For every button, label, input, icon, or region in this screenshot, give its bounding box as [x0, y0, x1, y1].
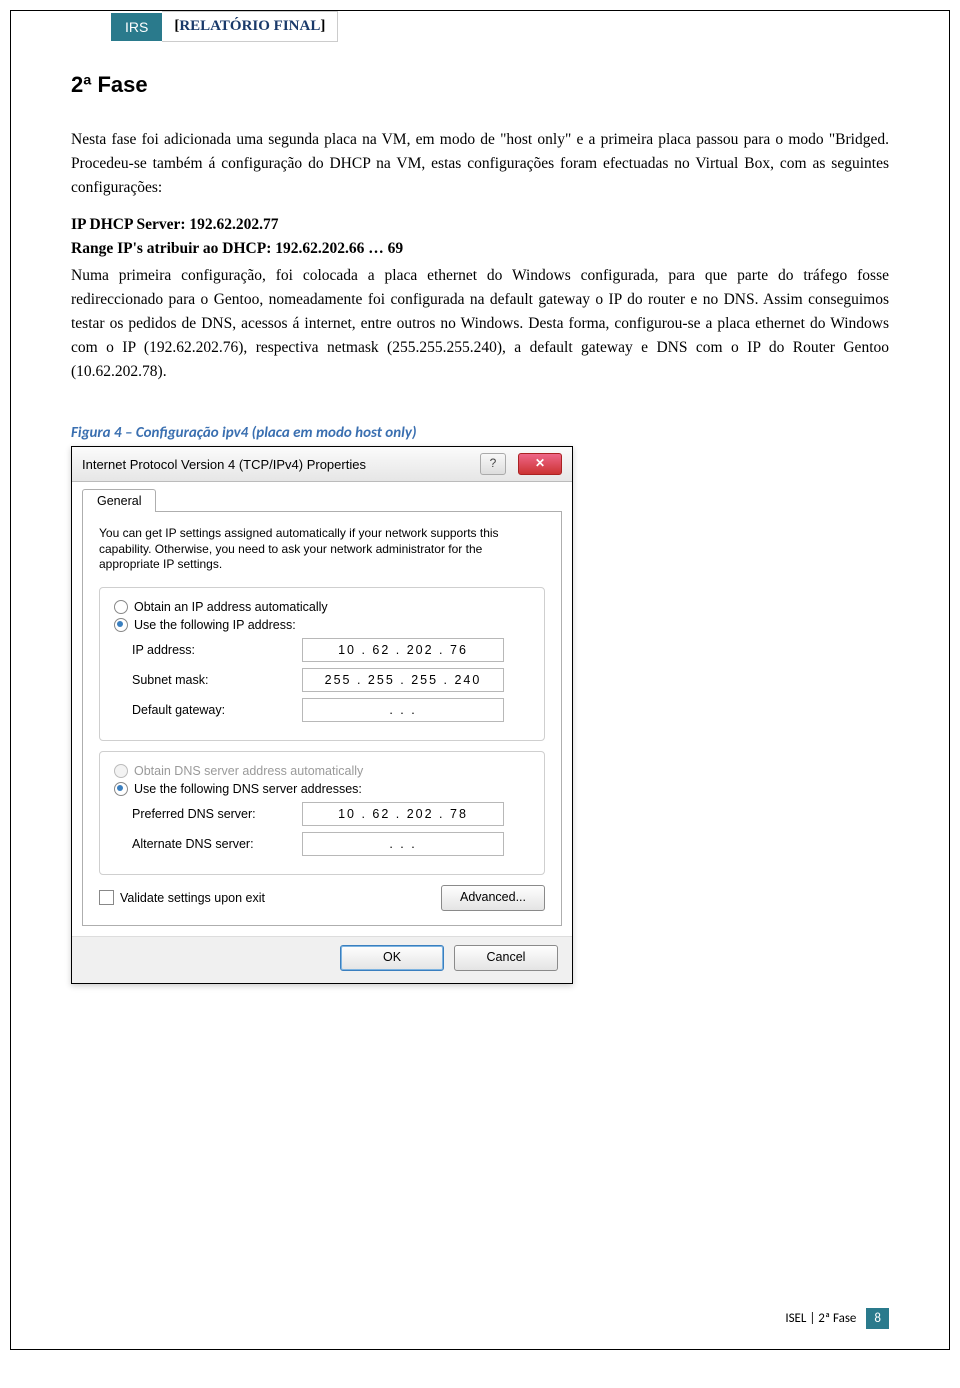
- checkbox-validate[interactable]: [99, 890, 114, 905]
- dns-group: Obtain DNS server address automatically …: [99, 751, 545, 875]
- cancel-button[interactable]: Cancel: [454, 945, 558, 971]
- paragraph-1: Nesta fase foi adicionada uma segunda pl…: [71, 128, 889, 200]
- radio-icon: [114, 618, 128, 632]
- page-footer: ISEL | 2ª Fase 8: [785, 1308, 889, 1329]
- radio-icon: [114, 764, 128, 778]
- page-number: 8: [866, 1308, 889, 1329]
- header-code: IRS: [111, 13, 162, 41]
- section-heading: 2ª Fase: [71, 72, 889, 98]
- dialog-title: Internet Protocol Version 4 (TCP/IPv4) P…: [82, 457, 366, 472]
- radio-obtain-dns[interactable]: Obtain DNS server address automatically: [114, 764, 530, 778]
- radio-use-dns[interactable]: Use the following DNS server addresses:: [114, 782, 530, 796]
- range-ip-line: Range IP's atribuir ao DHCP: 192.62.202.…: [71, 240, 889, 258]
- label-ip: IP address:: [132, 643, 302, 657]
- doc-header: IRS [RELATÓRIO FINAL]: [111, 11, 889, 42]
- label-validate: Validate settings upon exit: [120, 891, 265, 905]
- ip-address-group: Obtain an IP address automatically Use t…: [99, 587, 545, 741]
- label-gateway: Default gateway:: [132, 703, 302, 717]
- header-title: [RELATÓRIO FINAL]: [162, 11, 338, 42]
- dialog-intro: You can get IP settings assigned automat…: [99, 526, 545, 573]
- field-alternate-dns: Alternate DNS server: . . .: [132, 832, 530, 856]
- footer-text: ISEL | 2ª Fase: [785, 1311, 856, 1326]
- advanced-button[interactable]: Advanced...: [441, 885, 545, 911]
- radio-icon: [114, 782, 128, 796]
- label-alt-dns: Alternate DNS server:: [132, 837, 302, 851]
- dialog-titlebar: Internet Protocol Version 4 (TCP/IPv4) P…: [72, 447, 572, 482]
- ok-button[interactable]: OK: [340, 945, 444, 971]
- input-ip[interactable]: 10 . 62 . 202 . 76: [302, 638, 504, 662]
- input-alt-dns[interactable]: . . .: [302, 832, 504, 856]
- label-mask: Subnet mask:: [132, 673, 302, 687]
- input-gateway[interactable]: . . .: [302, 698, 504, 722]
- radio-icon: [114, 600, 128, 614]
- radio-obtain-ip[interactable]: Obtain an IP address automatically: [114, 600, 530, 614]
- dialog-tabs: General: [72, 482, 572, 511]
- help-button[interactable]: ?: [480, 453, 506, 475]
- dialog-footer: OK Cancel: [72, 936, 572, 983]
- validate-row: Validate settings upon exit Advanced...: [99, 885, 545, 911]
- dialog-body: You can get IP settings assigned automat…: [82, 511, 562, 926]
- paragraph-2: Numa primeira configuração, foi colocada…: [71, 264, 889, 384]
- field-subnet-mask: Subnet mask: 255 . 255 . 255 . 240: [132, 668, 530, 692]
- ip-dhcp-server-line: IP DHCP Server: 192.62.202.77: [71, 216, 889, 234]
- field-preferred-dns: Preferred DNS server: 10 . 62 . 202 . 78: [132, 802, 530, 826]
- figure-caption: Figura 4 – Configuração ipv4 (placa em m…: [71, 424, 889, 442]
- input-pref-dns[interactable]: 10 . 62 . 202 . 78: [302, 802, 504, 826]
- field-ip-address: IP address: 10 . 62 . 202 . 76: [132, 638, 530, 662]
- input-mask[interactable]: 255 . 255 . 255 . 240: [302, 668, 504, 692]
- ipv4-properties-dialog: Internet Protocol Version 4 (TCP/IPv4) P…: [71, 446, 573, 984]
- field-default-gateway: Default gateway: . . .: [132, 698, 530, 722]
- tab-general[interactable]: General: [82, 489, 156, 512]
- label-pref-dns: Preferred DNS server:: [132, 807, 302, 821]
- radio-use-ip[interactable]: Use the following IP address:: [114, 618, 530, 632]
- close-button[interactable]: ✕: [518, 453, 562, 475]
